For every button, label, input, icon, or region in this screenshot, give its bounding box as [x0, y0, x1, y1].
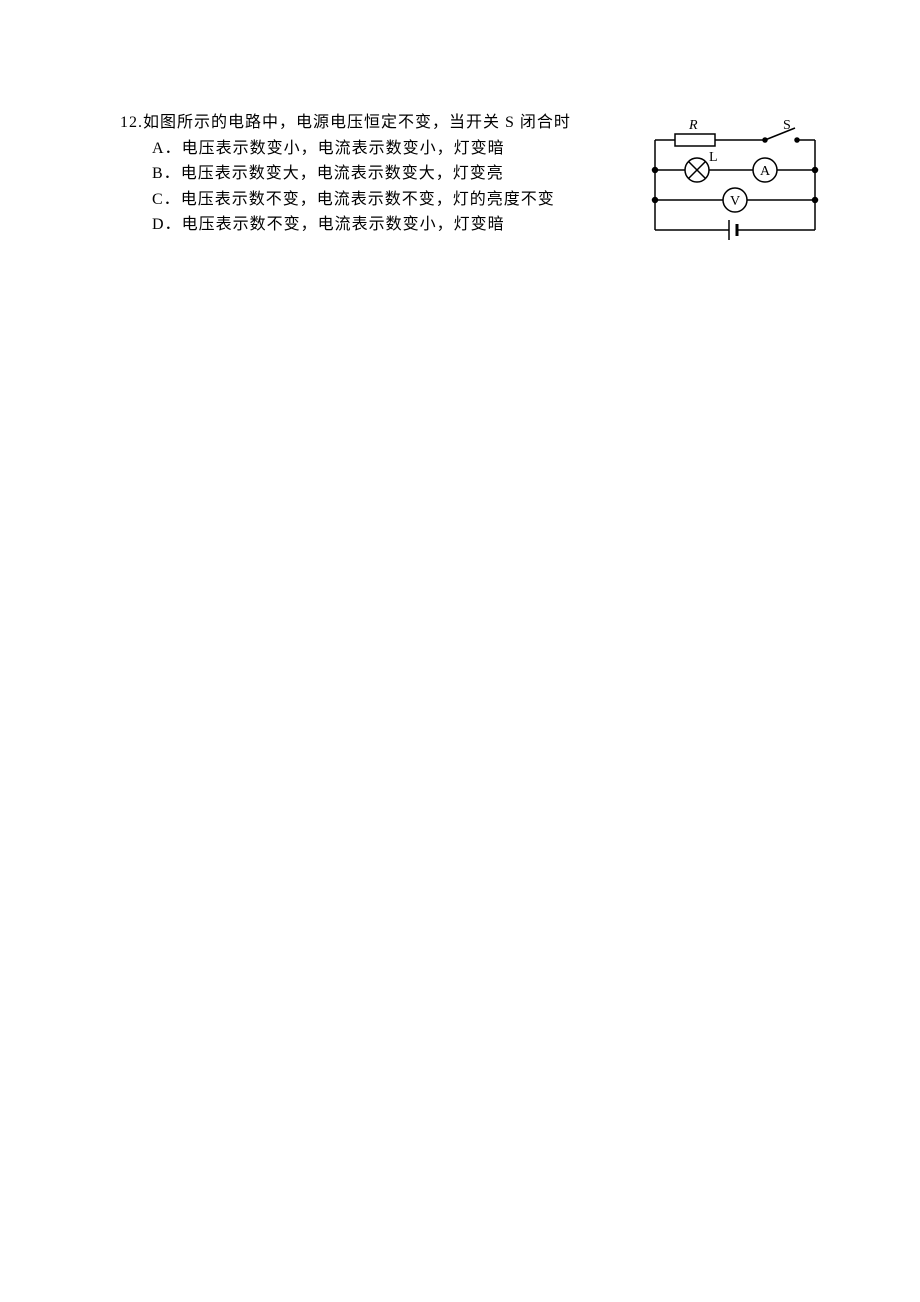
- question-block: 12.如图所示的电路中，电源电压恒定不变，当开关 S 闭合时 A．电压表示数变小…: [120, 110, 800, 238]
- option-b-text: 电压表示数变大，电流表示数变大，灯变亮: [181, 165, 504, 182]
- option-b-label: B．: [152, 165, 181, 182]
- ammeter-label: A: [760, 164, 771, 179]
- circuit-diagram: R S L A V: [635, 115, 825, 260]
- lamp-label: L: [709, 150, 718, 165]
- option-d-label: D．: [152, 216, 182, 233]
- option-a-label: A．: [152, 140, 182, 157]
- voltmeter-label: V: [730, 194, 740, 209]
- option-a-text: 电压表示数变小，电流表示数变小，灯变暗: [182, 140, 505, 157]
- option-c-text: 电压表示数不变，电流表示数不变，灯的亮度不变: [181, 191, 555, 208]
- question-stem-text: 如图所示的电路中，电源电压恒定不变，当开关 S 闭合时: [143, 114, 571, 131]
- question-number: 12.: [120, 114, 143, 131]
- option-d-text: 电压表示数不变，电流表示数变小，灯变暗: [182, 216, 505, 233]
- question-stem: 12.如图所示的电路中，电源电压恒定不变，当开关 S 闭合时: [120, 110, 580, 136]
- resistor-label: R: [688, 118, 698, 133]
- option-c-label: C．: [152, 191, 181, 208]
- switch-label: S: [783, 118, 791, 133]
